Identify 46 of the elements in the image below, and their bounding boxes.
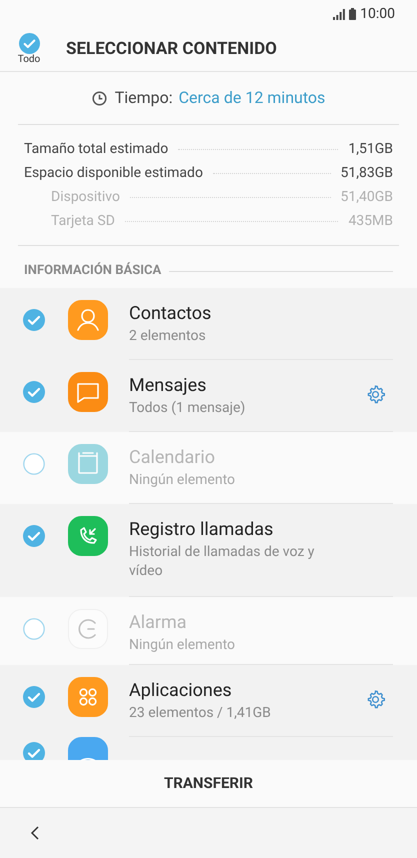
time-label: Tiempo: <box>114 87 173 109</box>
settings-icon[interactable] <box>365 384 386 405</box>
item-subtitle: 23 elementos / 1,41GB <box>129 704 272 724</box>
apps-app-icon <box>68 677 108 718</box>
checkbox[interactable] <box>23 742 45 760</box>
time-value: Cerca de 12 minutos <box>178 87 326 109</box>
item-title: Alarma <box>129 611 188 636</box>
alarm-app-icon <box>68 609 108 650</box>
storage-value: 435MB <box>348 212 394 230</box>
contacts-app-icon <box>68 300 108 340</box>
item-title: Mensajes <box>129 374 208 398</box>
storage-label: Espacio disponible estimado <box>24 164 203 182</box>
item-subtitle: 2 elementos <box>129 327 207 346</box>
item-title: Contactos <box>129 302 212 326</box>
checkbox[interactable] <box>23 524 45 547</box>
storage-value: 51,83GB <box>340 164 394 182</box>
storage-label: Tamaño total estimado <box>24 140 168 158</box>
calls-app-icon <box>68 516 108 556</box>
settings-icon[interactable] <box>365 689 386 710</box>
checkbox[interactable] <box>23 380 45 403</box>
battery-icon <box>349 8 356 20</box>
storage-value: 51,40GB <box>340 188 394 206</box>
clock-icon <box>92 90 107 106</box>
storage-label: Dispositivo <box>51 188 120 206</box>
item-title: Aplicaciones <box>129 679 233 704</box>
item-subtitle: Ningún elemento <box>129 636 236 656</box>
back-icon[interactable] <box>30 825 40 841</box>
checkbox[interactable] <box>23 309 45 331</box>
checkbox[interactable] <box>23 686 45 708</box>
checkbox[interactable] <box>23 618 45 640</box>
item-title: Registro llamadas <box>129 518 274 542</box>
messages-app-icon <box>68 372 108 412</box>
checkbox[interactable] <box>18 33 40 54</box>
select-all-label: Todo <box>18 54 40 66</box>
section-header: INFORMACIÓN BÁSICA <box>24 261 162 280</box>
item-subtitle: Todos (1 mensaje) <box>129 398 246 418</box>
storage-value: 1,51GB <box>348 140 394 158</box>
calendar-app-icon <box>68 444 108 484</box>
item-subtitle: Ningún elemento <box>129 470 236 490</box>
page-title: SELECCIONAR CONTENIDO <box>66 38 277 61</box>
checkbox[interactable] <box>23 452 45 475</box>
storage-label: Tarjeta SD <box>51 212 115 230</box>
signal-icon <box>333 8 346 20</box>
status-time: 10:00 <box>360 4 395 24</box>
item-title: Calendario <box>129 446 216 470</box>
item-subtitle: Historial de llamadas de voz y vídeo <box>129 542 316 581</box>
